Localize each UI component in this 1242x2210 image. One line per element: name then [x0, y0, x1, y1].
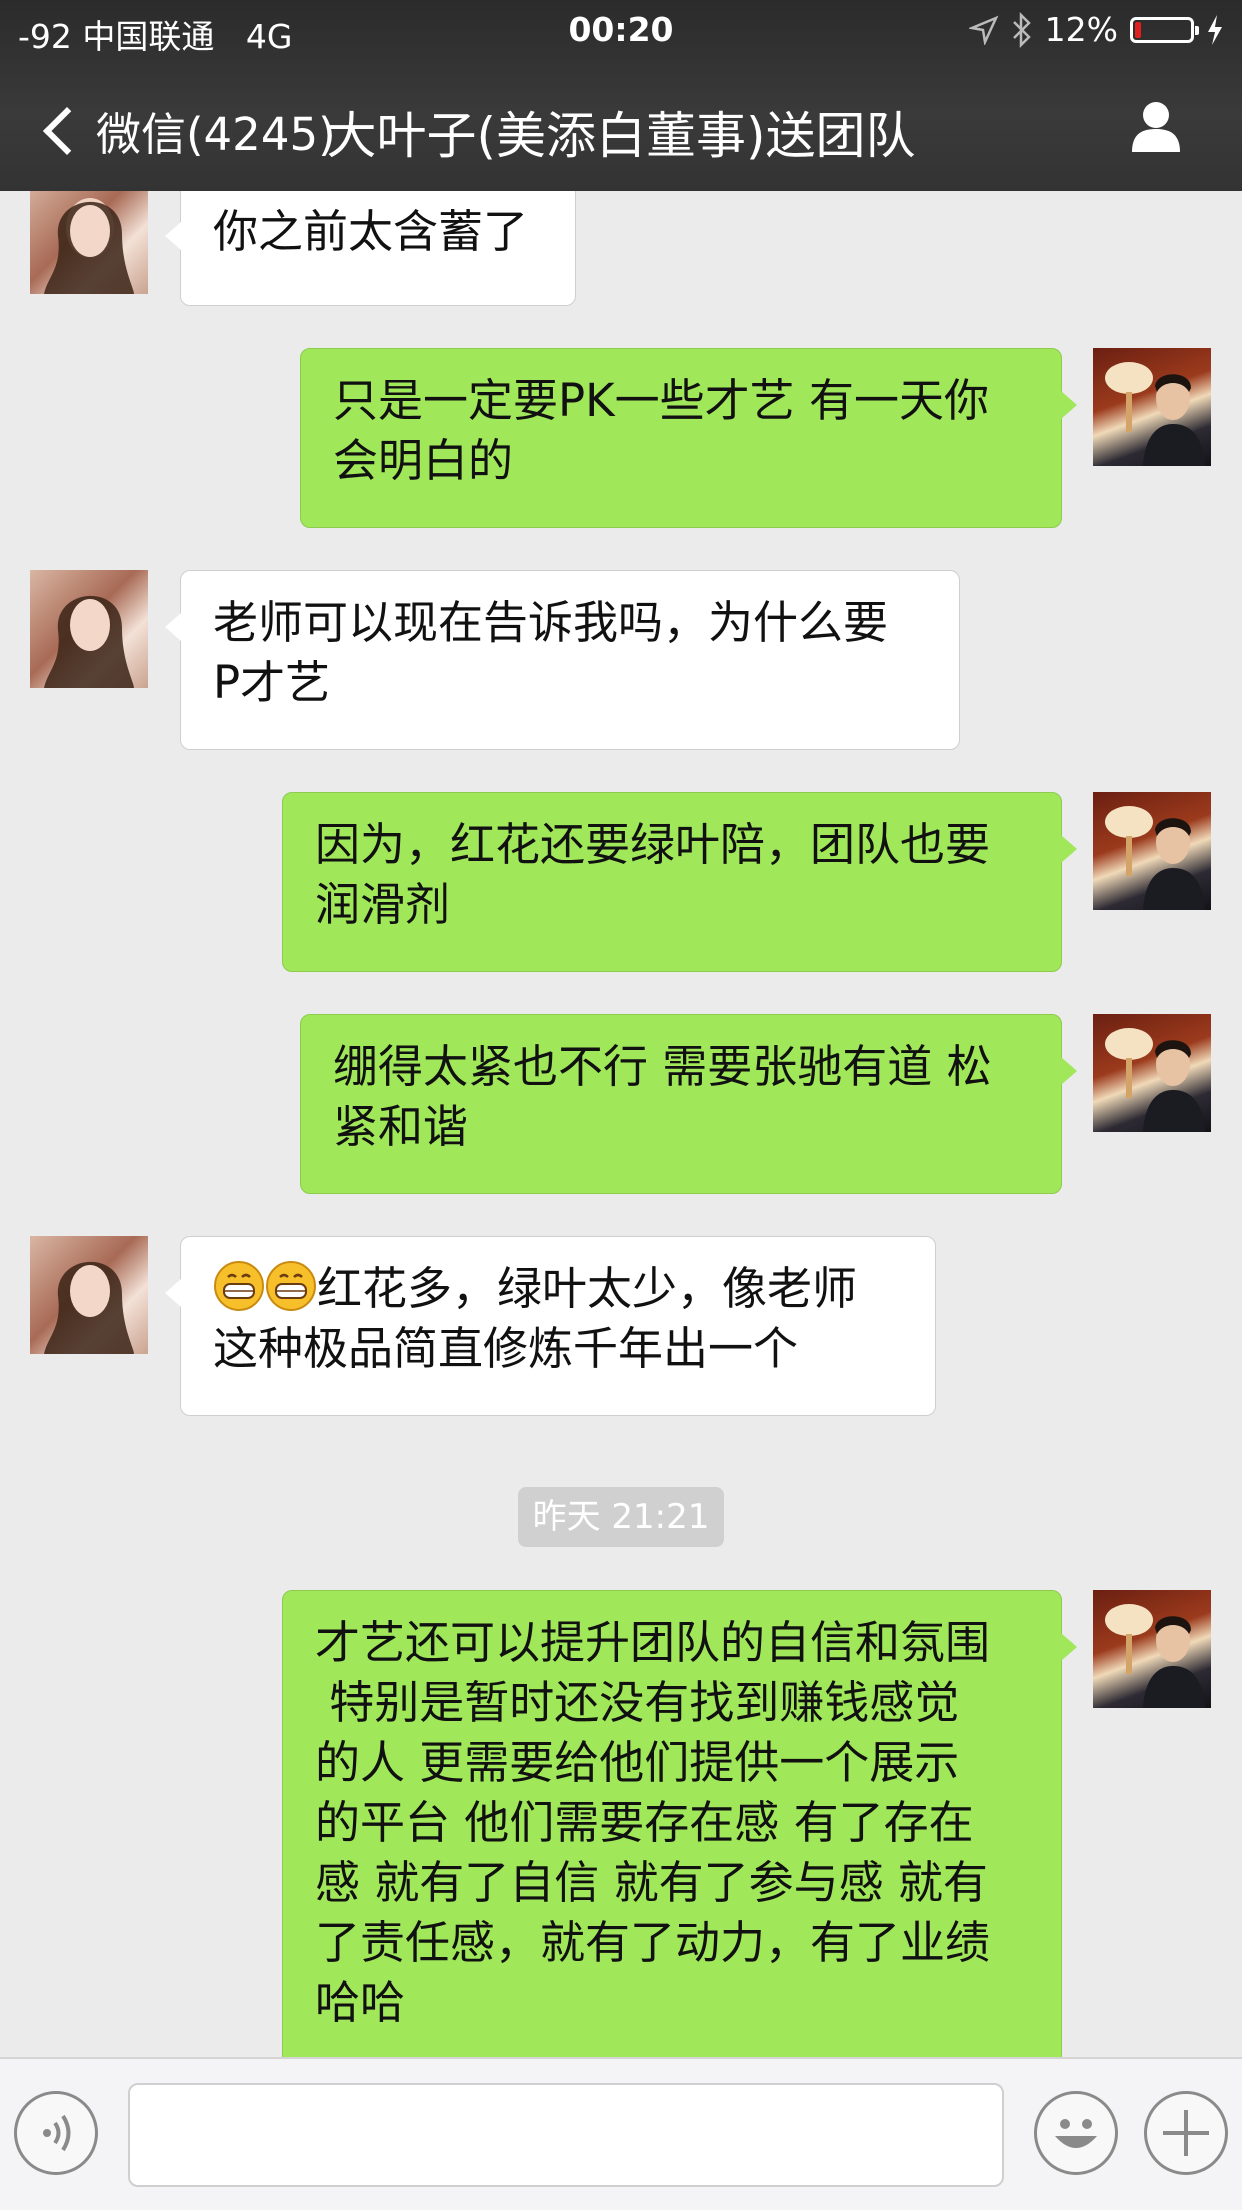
message-bubble[interactable]: 只是一定要PK一些才艺 有一天你 会明白的 [300, 348, 1077, 528]
my-avatar[interactable] [1093, 1590, 1211, 1708]
message-line: 这种极品简直修炼千年出一个 [213, 1322, 799, 1375]
message-input[interactable] [128, 2083, 1004, 2187]
message-line: 感 就有了自信 就有了参与感 就有 [315, 1856, 988, 1909]
my-avatar[interactable] [1093, 1014, 1211, 1132]
chat-title: 大叶子(美添白董事)送团队 [326, 107, 916, 165]
message-bubble[interactable]: 老师可以现在告诉我吗，为什么要 P才艺 [165, 570, 960, 750]
battery-level [1135, 21, 1141, 38]
message-line: P才艺 [213, 656, 331, 709]
grinning-face-icon [266, 1261, 316, 1311]
message-line: 了责任感，就有了动力，有了业绩 [315, 1916, 991, 1969]
message-bubble[interactable]: 才艺还可以提升团队的自信和氛围 特别是暂时还没有找到赚钱感觉 的人 更需要给他们… [282, 1590, 1077, 2057]
message-line: 老师可以现在告诉我吗，为什么要 [213, 596, 889, 649]
message-line: 才艺还可以提升团队的自信和氛围 [315, 1616, 991, 1669]
chat-area[interactable]: 你之前太含蓄了 只是一定要PK一些才艺 有一天你 会明白的 老师可以现在告诉我吗… [0, 191, 1242, 2057]
timestamp-divider: 昨天 21:21 [518, 1487, 724, 1547]
message-line: 特别是暂时还没有找到赚钱感觉 [315, 1676, 960, 1729]
my-avatar[interactable] [1093, 348, 1211, 466]
message-line: 因为，红花还要绿叶陪，团队也要 [315, 818, 991, 871]
my-avatar[interactable] [1093, 792, 1211, 910]
bluetooth-icon [1012, 11, 1031, 48]
header: -92 中国联通 4G 00:20 12% 微信(4245) 大叶子(美添白董事… [0, 0, 1242, 191]
contact-avatar[interactable] [30, 570, 148, 688]
message-line: 润滑剂 [315, 878, 451, 931]
grinning-face-icon [214, 1261, 264, 1311]
battery-percent: 12% [1044, 10, 1118, 49]
message-line: 哈哈 [315, 1976, 406, 2029]
message-line: 红花多，绿叶太少，像老师 [213, 1259, 903, 1319]
message-bubble[interactable]: 红花多，绿叶太少，像老师 这种极品简直修炼千年出一个 [165, 1236, 936, 1416]
contact-avatar[interactable] [30, 191, 148, 294]
add-button[interactable] [1144, 2091, 1228, 2175]
profile-icon[interactable] [1128, 98, 1184, 154]
contact-avatar[interactable] [30, 1236, 148, 1354]
emoji-icon [1055, 2119, 1097, 2148]
add-icon [1163, 2110, 1209, 2156]
message-line: 你之前太含蓄了 [213, 205, 529, 258]
input-bar [0, 2057, 1242, 2210]
message-line: 会明白的 [333, 434, 514, 487]
message-line: 的人 更需要给他们提供一个展示 [315, 1736, 960, 1789]
voice-icon [43, 2114, 71, 2152]
battery-icon [1130, 16, 1199, 43]
message-line: 只是一定要PK一些才艺 有一天你 [333, 374, 989, 427]
charging-icon [1208, 14, 1222, 45]
status-right: 12% [968, 10, 1224, 49]
message-line: 的平台 他们需要存在感 有了存在 [315, 1796, 974, 1849]
message-bubble[interactable]: 你之前太含蓄了 [165, 191, 576, 306]
emoji-button[interactable] [1034, 2091, 1118, 2175]
message-line: 紧和谐 [333, 1100, 469, 1153]
message-bubble[interactable]: 因为，红花还要绿叶陪，团队也要 润滑剂 [282, 792, 1077, 972]
message-bubble[interactable]: 绷得太紧也不行 需要张驰有道 松 紧和谐 [300, 1014, 1077, 1194]
message-line: 绷得太紧也不行 需要张驰有道 松 [333, 1040, 992, 1093]
voice-button[interactable] [14, 2091, 98, 2175]
nav-bar: 微信(4245) 大叶子(美添白董事)送团队 [0, 84, 1242, 174]
location-icon [968, 15, 999, 45]
status-bar: -92 中国联通 4G 00:20 12% [0, 0, 1242, 64]
